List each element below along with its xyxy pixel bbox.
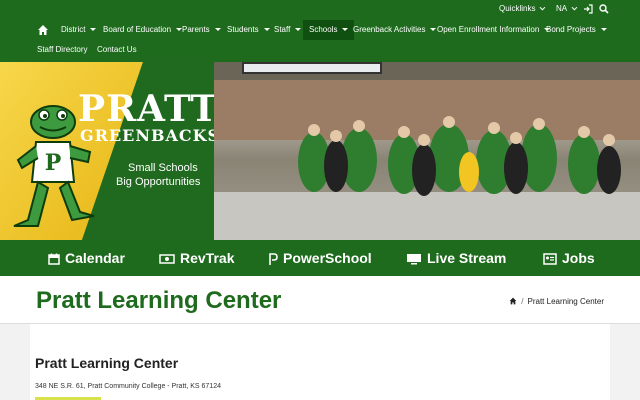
hero-slideshow-photo	[214, 62, 640, 240]
nav-label: Schools	[309, 25, 338, 34]
quick-link-label: Jobs	[562, 250, 595, 266]
nav-item-contact-us[interactable]: Contact Us	[97, 40, 137, 60]
nav-label: Open Enrollment Information	[437, 25, 540, 34]
nav-label: Board of Education	[103, 25, 172, 34]
quick-link-calendar[interactable]: Calendar	[48, 249, 125, 267]
quick-link-powerschool[interactable]: PowerSchool	[269, 249, 372, 267]
chevron-down-icon	[571, 4, 578, 11]
search-icon[interactable]	[599, 4, 609, 14]
photo-crowd-graphic	[298, 116, 621, 196]
nav-item-board-of-education[interactable]: Board of Education	[103, 20, 183, 40]
caret-down-icon	[214, 28, 221, 32]
id-card-icon	[543, 253, 557, 266]
breadcrumb: / Pratt Learning Center	[509, 297, 604, 306]
nav-label: Staff	[274, 25, 291, 34]
nav-label: District	[61, 25, 86, 34]
quicklinks-dropdown[interactable]: Quicklinks	[499, 4, 546, 13]
language-selector[interactable]: NA	[556, 4, 578, 13]
nav-item-bond-projects[interactable]: Bond Projects	[546, 20, 607, 40]
school-address: 348 NE S.R. 61, Pratt Community College …	[35, 383, 221, 390]
caret-down-icon	[430, 28, 437, 32]
money-icon	[159, 254, 175, 265]
district-logo-panel[interactable]: P PRATT GREENBACKS Small Schools Big Opp…	[0, 62, 219, 240]
quick-link-label: PowerSchool	[283, 250, 372, 266]
language-label: NA	[556, 4, 568, 13]
caret-down-icon	[263, 28, 270, 32]
quick-link-label: RevTrak	[180, 250, 235, 266]
main-content: Pratt Learning Center 348 NE S.R. 61, Pr…	[30, 324, 610, 400]
mascot-jersey-letter: P	[45, 150, 62, 176]
nav-item-open-enrollment[interactable]: Open Enrollment Information	[437, 20, 551, 40]
nav-item-staff[interactable]: Staff	[274, 20, 302, 40]
nav-item-greenback-activities[interactable]: Greenback Activities	[353, 20, 437, 40]
nav-item-district[interactable]: District	[61, 20, 97, 40]
home-icon[interactable]	[509, 297, 517, 305]
quick-links-bar: Calendar RevTrak PowerSchool Live Stream…	[0, 240, 640, 276]
nav-item-parents[interactable]: Parents	[182, 20, 221, 40]
utility-bar: Quicklinks NA	[0, 0, 640, 20]
sign-in-icon[interactable]	[583, 4, 593, 14]
caret-down-icon	[600, 28, 607, 32]
breadcrumb-current: Pratt Learning Center	[527, 297, 605, 306]
quicklinks-label: Quicklinks	[499, 4, 536, 13]
nav-label: Parents	[182, 25, 210, 34]
brand-tagline-line1: Small Schools	[128, 162, 198, 174]
page-title-bar: Pratt Learning Center / Pratt Learning Ce…	[0, 276, 640, 324]
page-title: Pratt Learning Center	[36, 287, 282, 314]
quick-link-label: Live Stream	[427, 250, 507, 266]
home-icon[interactable]	[37, 24, 49, 36]
nav-item-students[interactable]: Students	[227, 20, 270, 40]
powerschool-icon	[269, 253, 278, 266]
calendar-icon	[48, 253, 60, 266]
quick-link-jobs[interactable]: Jobs	[543, 249, 595, 267]
nav-label: Greenback Activities	[353, 25, 426, 34]
nav-item-staff-directory[interactable]: Staff Directory	[37, 40, 88, 60]
caret-down-icon	[295, 28, 302, 32]
hero-banner: P PRATT GREENBACKS Small Schools Big Opp…	[0, 62, 640, 240]
school-heading: Pratt Learning Center	[35, 355, 179, 371]
brand-name-secondary: GREENBACKS	[80, 126, 221, 145]
chevron-down-icon	[540, 4, 546, 11]
photo-projector-screen	[242, 62, 382, 74]
nav-label: Contact Us	[97, 45, 137, 54]
quick-link-revtrak[interactable]: RevTrak	[159, 249, 234, 267]
monitor-icon	[407, 254, 421, 265]
nav-item-schools[interactable]: Schools	[303, 20, 355, 40]
nav-label: Students	[227, 25, 259, 34]
main-navigation: District Board of Education Parents Stud…	[0, 20, 640, 62]
caret-down-icon	[90, 28, 97, 32]
caret-down-icon	[342, 28, 349, 32]
quick-link-live-stream[interactable]: Live Stream	[406, 249, 506, 267]
quick-link-label: Calendar	[65, 250, 125, 266]
nav-label: Staff Directory	[37, 45, 88, 54]
brand-tagline-line2: Big Opportunities	[116, 176, 201, 188]
breadcrumb-separator: /	[521, 297, 524, 306]
nav-label: Bond Projects	[546, 25, 596, 34]
brand-name-primary: PRATT	[78, 88, 219, 130]
